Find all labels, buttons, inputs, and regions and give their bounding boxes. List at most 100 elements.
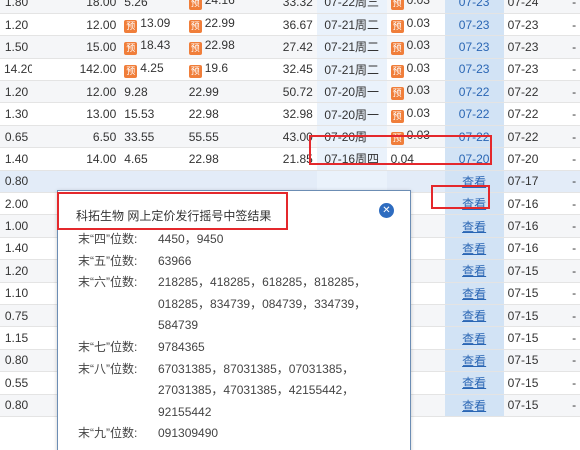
cell-c1: 1.20 xyxy=(0,80,33,104)
popup-line: 末“五”位数: 63966 xyxy=(78,251,398,273)
cell-c6: 07-21周二 xyxy=(316,58,387,82)
cell-value: 1.00 xyxy=(4,219,29,234)
cell-value: 0.03 xyxy=(406,16,430,31)
cell-value: 07-15 xyxy=(507,331,539,346)
cell-c3: 预 13.09 xyxy=(120,13,185,37)
table-row: 1.20 12.00 9.28 22.99 50.72 07-20周一预 0.03 07-22… xyxy=(0,80,580,104)
view-link[interactable]: 查看 xyxy=(462,175,486,189)
cell-value: 22.99 xyxy=(204,16,235,31)
cell-c7: 预 0.03 xyxy=(386,0,445,14)
presale-tag-icon: 预 xyxy=(390,87,404,101)
cell-c4: 22.98 xyxy=(184,147,253,171)
cell-value: - xyxy=(572,151,577,166)
cell-c4: 预 22.98 xyxy=(184,35,253,59)
presale-tag-icon: 预 xyxy=(390,64,404,78)
view-link[interactable]: 查看 xyxy=(462,287,486,301)
cell-value: 07-22 xyxy=(458,107,490,122)
cell-value: 07-20周一 xyxy=(324,85,380,100)
cell-c1: 0.80 xyxy=(0,394,33,417)
cell-c8: 查看 xyxy=(444,192,504,216)
cell-value: 142.00 xyxy=(79,62,117,77)
cell-c9: 07-23 xyxy=(503,13,569,37)
popup-line: 末“四”位数: 4450，9450 xyxy=(78,229,398,251)
cell-value: 1.50 xyxy=(4,39,29,54)
cell-value: 07-22 xyxy=(458,129,490,144)
view-link[interactable]: 查看 xyxy=(462,264,486,278)
close-icon[interactable]: ✕ xyxy=(379,203,394,218)
cell-c9: 07-23 xyxy=(503,35,569,59)
cell-value: 1.30 xyxy=(4,107,29,122)
cell-c10: - xyxy=(568,304,580,328)
cell-c4: 22.99 xyxy=(184,80,253,104)
cell-value: 18.43 xyxy=(140,38,171,53)
cell-value: 1.15 xyxy=(4,331,29,346)
cell-value: - xyxy=(572,219,577,234)
cell-value: - xyxy=(572,263,577,278)
cell-value: 07-15 xyxy=(507,398,539,413)
cell-value: 07-20周一 xyxy=(324,107,380,122)
cell-value: 07-23 xyxy=(507,39,539,54)
popup-line-label: 末“四”位数: xyxy=(78,232,138,246)
cell-c7: 预 0.03 xyxy=(386,35,445,59)
cell-c1: 1.40 xyxy=(0,147,33,171)
cell-c7: 预 0.03 xyxy=(386,80,445,104)
popup-line-value: 4450，9450 xyxy=(158,232,224,246)
view-link[interactable]: 查看 xyxy=(462,309,486,323)
cell-c9: 07-15 xyxy=(503,394,569,417)
cell-c2: 12.00 xyxy=(32,80,121,104)
popup-line-value: 27031385，47031385，42155442， xyxy=(158,383,355,398)
cell-value: 07-22 xyxy=(507,107,539,122)
cell-value: 4.65 xyxy=(124,151,148,166)
cell-value: 07-17 xyxy=(507,174,539,189)
table-row: 1.30 13.00 15.53 22.98 32.98 07-20周一预 0.03 07-2… xyxy=(0,102,580,126)
table-row: 14.20 142.00 预 4.25 预 19.6 32.45 07-21周二预 0.03 07… xyxy=(0,58,580,82)
cell-value: 07-20 xyxy=(507,151,539,166)
cell-c8: 查看 xyxy=(444,259,504,283)
cell-value: 13.09 xyxy=(140,16,171,31)
view-link[interactable]: 查看 xyxy=(462,332,486,346)
table-row: 1.80 18.00 5.26 预 24.16 33.32 07-22周三预 0.03 07-2… xyxy=(0,0,580,14)
popup-line: 018285，834739，084739，334739， xyxy=(78,294,398,316)
cell-value: 0.03 xyxy=(406,38,430,53)
cell-c10: - xyxy=(568,326,580,350)
cell-value: 1.80 xyxy=(4,0,29,9)
cell-c6: 07-20周一 xyxy=(316,102,387,126)
cell-c4: 预 24.16 xyxy=(184,0,253,14)
presale-tag-icon: 预 xyxy=(390,20,404,34)
view-link[interactable]: 查看 xyxy=(462,354,486,368)
popup-line-label: 末“六”位数: xyxy=(78,275,138,290)
view-link[interactable]: 查看 xyxy=(462,242,486,256)
view-link[interactable]: 查看 xyxy=(462,399,486,413)
cell-c1: 0.55 xyxy=(0,371,33,395)
lottery-result-popup: 科拓生物 网上定价发行摇号中签结果 ✕ 末“四”位数: 4450，9450 末“五”… xyxy=(57,190,411,450)
view-link[interactable]: 查看 xyxy=(462,197,486,211)
cell-c8: 07-22 xyxy=(444,80,504,104)
cell-c10: - xyxy=(568,125,580,149)
presale-tag-icon: 预 xyxy=(390,0,404,11)
cell-value: 07-16周四 xyxy=(324,152,380,167)
cell-value: 55.55 xyxy=(188,129,219,144)
cell-c9: 07-16 xyxy=(503,214,569,238)
view-link[interactable]: 查看 xyxy=(462,220,486,234)
cell-c3: 33.55 xyxy=(120,125,185,149)
cell-value: - xyxy=(572,17,577,32)
view-link[interactable]: 查看 xyxy=(462,376,486,390)
cell-c1: 1.30 xyxy=(0,102,33,126)
cell-c2: 14.00 xyxy=(32,147,121,171)
cell-c7: 预 0.03 xyxy=(386,13,445,37)
table-row: 1.50 15.00 预 18.43 预 22.98 27.42 07-21周二预 0.03 07… xyxy=(0,35,580,59)
cell-value: 32.98 xyxy=(282,107,313,122)
cell-value: 07-15 xyxy=(507,263,539,278)
presale-tag-icon: 预 xyxy=(390,42,404,56)
cell-value: 15.00 xyxy=(86,39,117,54)
cell-c4: 22.98 xyxy=(184,102,253,126)
cell-value: 07-23 xyxy=(458,17,490,32)
cell-value: - xyxy=(572,107,577,122)
cell-c9: 07-15 xyxy=(503,304,569,328)
cell-c5: 50.72 xyxy=(252,80,317,104)
cell-c8: 07-22 xyxy=(444,102,504,126)
cell-value: 22.98 xyxy=(204,38,235,53)
cell-c5: 27.42 xyxy=(252,35,317,59)
cell-value: 07-24 xyxy=(507,0,539,9)
cell-c8: 07-23 xyxy=(444,35,504,59)
